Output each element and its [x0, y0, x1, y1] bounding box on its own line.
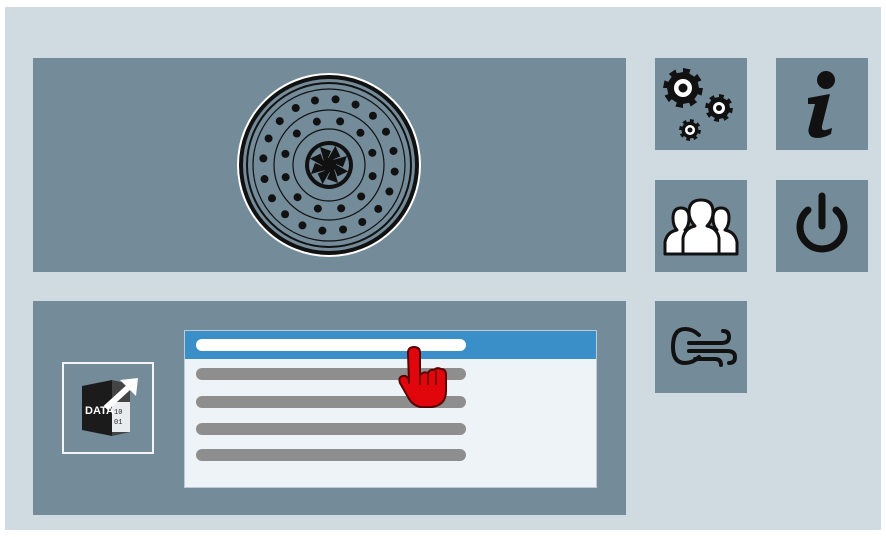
info-button[interactable]: [776, 58, 868, 150]
users-icon: [663, 198, 739, 256]
ventilation-button[interactable]: [655, 301, 747, 393]
power-button[interactable]: [776, 180, 868, 272]
power-icon: [796, 192, 848, 253]
list-item[interactable]: [196, 449, 466, 461]
data-list[interactable]: [185, 331, 596, 487]
aperture-lens-icon: [237, 73, 421, 257]
info-icon: [808, 71, 835, 138]
list-item-selected[interactable]: [185, 331, 596, 359]
hand-pointer-icon: [398, 346, 447, 408]
export-data-button[interactable]: DATA 10 01: [62, 362, 154, 454]
users-button[interactable]: [655, 180, 747, 272]
bits-top: 10: [114, 409, 122, 417]
list-item[interactable]: [196, 423, 466, 435]
camera-panel: [33, 58, 626, 272]
air-flow-icon: [670, 326, 738, 367]
gears-icon: [663, 68, 733, 141]
settings-button[interactable]: [655, 58, 747, 150]
data-export-icon: DATA 10 01: [82, 378, 138, 436]
bits-bottom: 01: [114, 419, 122, 427]
